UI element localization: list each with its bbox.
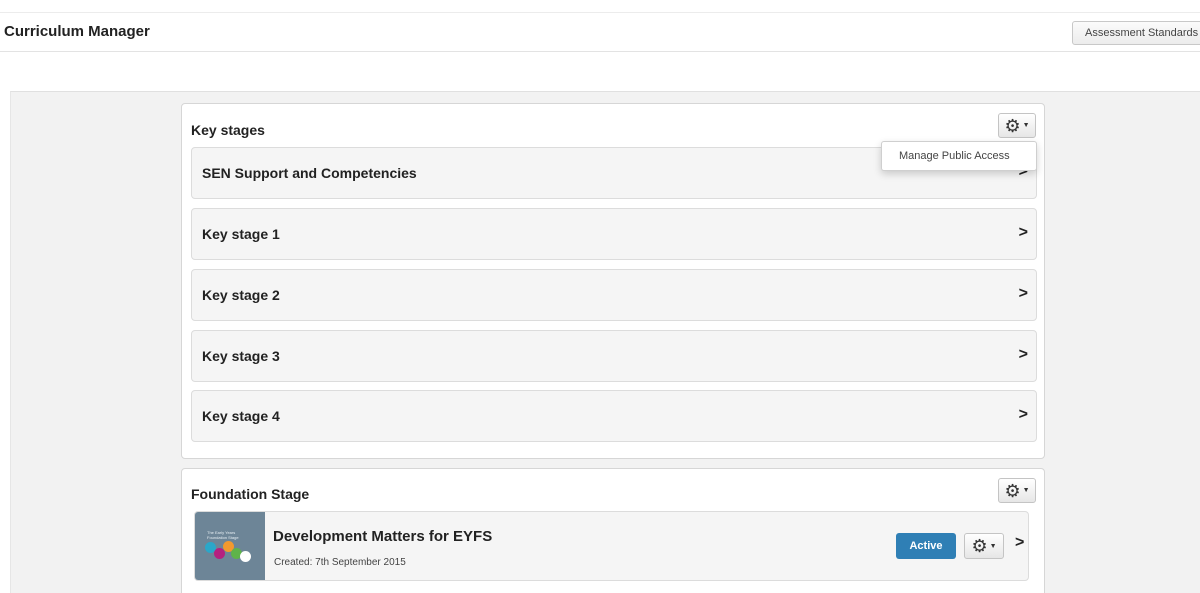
list-item-label: Key stage 3 — [202, 348, 280, 364]
list-item-key-stage-3[interactable]: Key stage 3 > — [191, 330, 1037, 382]
menu-item-manage-public-access[interactable]: Manage Public Access — [899, 150, 1010, 162]
foundation-settings-button[interactable]: ⚙ ▼ — [998, 478, 1036, 503]
chevron-right-icon: > — [1018, 224, 1028, 241]
key-stages-settings-button[interactable]: ⚙ ▼ — [998, 113, 1036, 138]
chevron-right-icon: > — [1018, 346, 1028, 363]
list-item-key-stage-4[interactable]: Key stage 4 > — [191, 390, 1037, 442]
thumbnail-dot — [240, 551, 251, 562]
framework-created-date: Created: 7th September 2015 — [274, 557, 406, 568]
list-item-label: Key stage 4 — [202, 408, 280, 424]
caret-down-icon: ▼ — [989, 542, 997, 550]
panel-title: Key stages — [191, 122, 265, 138]
top-bar: Curriculum Manager Assessment Standards — [0, 12, 1200, 52]
panel-title: Foundation Stage — [191, 486, 310, 502]
caret-down-icon: ▼ — [1022, 487, 1030, 494]
thumbnail-caption: The Early Years Foundation Stage — [207, 530, 239, 540]
framework-item[interactable]: The Early Years Foundation Stage Develop… — [194, 511, 1029, 581]
framework-title: Development Matters for EYFS — [273, 528, 493, 545]
caret-down-icon: ▼ — [1022, 122, 1030, 129]
framework-thumbnail: The Early Years Foundation Stage — [195, 512, 265, 580]
list-item-key-stage-2[interactable]: Key stage 2 > — [191, 269, 1037, 321]
status-badge: Active — [896, 533, 956, 559]
gear-icon: ⚙ — [971, 536, 988, 556]
gear-icon: ⚙ — [1004, 480, 1021, 501]
settings-dropdown-menu: Manage Public Access — [881, 141, 1037, 171]
list-item-label: Key stage 1 — [202, 226, 280, 242]
gear-icon: ⚙ — [1004, 115, 1021, 136]
chevron-right-icon: > — [1018, 406, 1028, 423]
framework-settings-button[interactable]: ⚙ ▼ — [964, 533, 1004, 559]
chevron-right-icon[interactable]: > — [1015, 534, 1024, 552]
list-item-key-stage-1[interactable]: Key stage 1 > — [191, 208, 1037, 260]
foundation-stage-panel: Foundation Stage ⚙ ▼ The Early Years Fou… — [181, 468, 1045, 593]
list-item-label: SEN Support and Competencies — [202, 165, 417, 181]
chevron-right-icon: > — [1018, 285, 1028, 302]
list-item-label: Key stage 2 — [202, 287, 280, 303]
page-title: Curriculum Manager — [4, 23, 150, 40]
assessment-standards-button[interactable]: Assessment Standards — [1072, 21, 1200, 45]
